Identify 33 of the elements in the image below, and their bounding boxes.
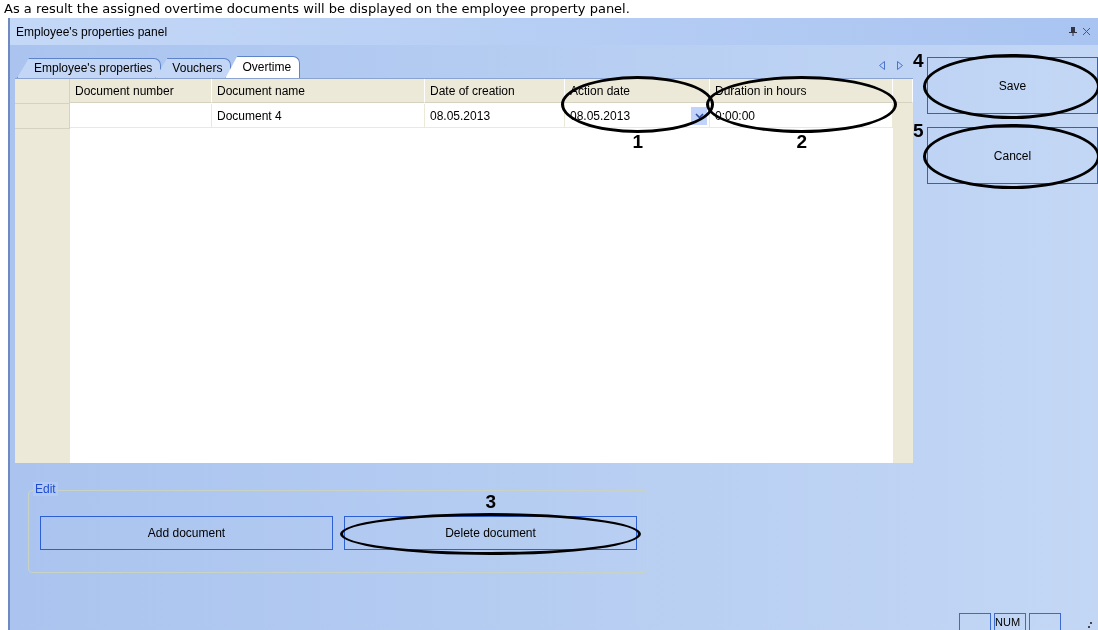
button[interactable]: Cancel	[927, 127, 1098, 184]
group-title: Edit	[33, 482, 58, 496]
button[interactable]: Add document	[40, 516, 333, 550]
caption-text: As a result the assigned overtime documents will be displayed on the employee property panel.	[3, 0, 631, 17]
resize-grip-icon[interactable]	[1088, 622, 1092, 628]
callout-number: 5	[913, 121, 924, 141]
callout-number: 2	[796, 132, 808, 152]
column-header[interactable]: Document name	[212, 79, 425, 103]
button[interactable]: Save	[927, 57, 1098, 114]
tab[interactable]: Employee's properties	[17, 58, 162, 78]
scroll-right-icon[interactable]	[897, 61, 903, 70]
status-panel: NUM	[994, 613, 1026, 630]
table-cell: Document 4	[212, 104, 425, 128]
tab[interactable]: Vouchers	[155, 58, 232, 78]
callout-number: 3	[485, 492, 497, 512]
date-field[interactable]: 08.05.2013	[565, 104, 710, 128]
column-header[interactable]: Duration in hours	[710, 79, 893, 103]
status-panel	[959, 613, 991, 630]
table-cell: 0:00:00	[710, 104, 893, 128]
scroll-left-icon[interactable]	[879, 61, 885, 70]
pin-icon[interactable]	[1069, 27, 1077, 36]
row-header	[15, 79, 70, 104]
table-cell: 08.05.2013	[425, 104, 565, 128]
column-header[interactable]: Date of creation	[425, 79, 565, 103]
window-title: Employee's properties panel	[16, 24, 169, 39]
callout-number: 1	[632, 132, 644, 152]
tab[interactable]: Overtime	[225, 56, 301, 78]
column-header[interactable]: Document number	[70, 79, 212, 103]
callout-number: 4	[913, 51, 924, 71]
close-icon[interactable]	[1083, 28, 1090, 35]
button[interactable]: Delete document	[344, 516, 637, 550]
date-value: 08.05.2013	[570, 107, 631, 125]
status-panel	[1029, 613, 1061, 630]
